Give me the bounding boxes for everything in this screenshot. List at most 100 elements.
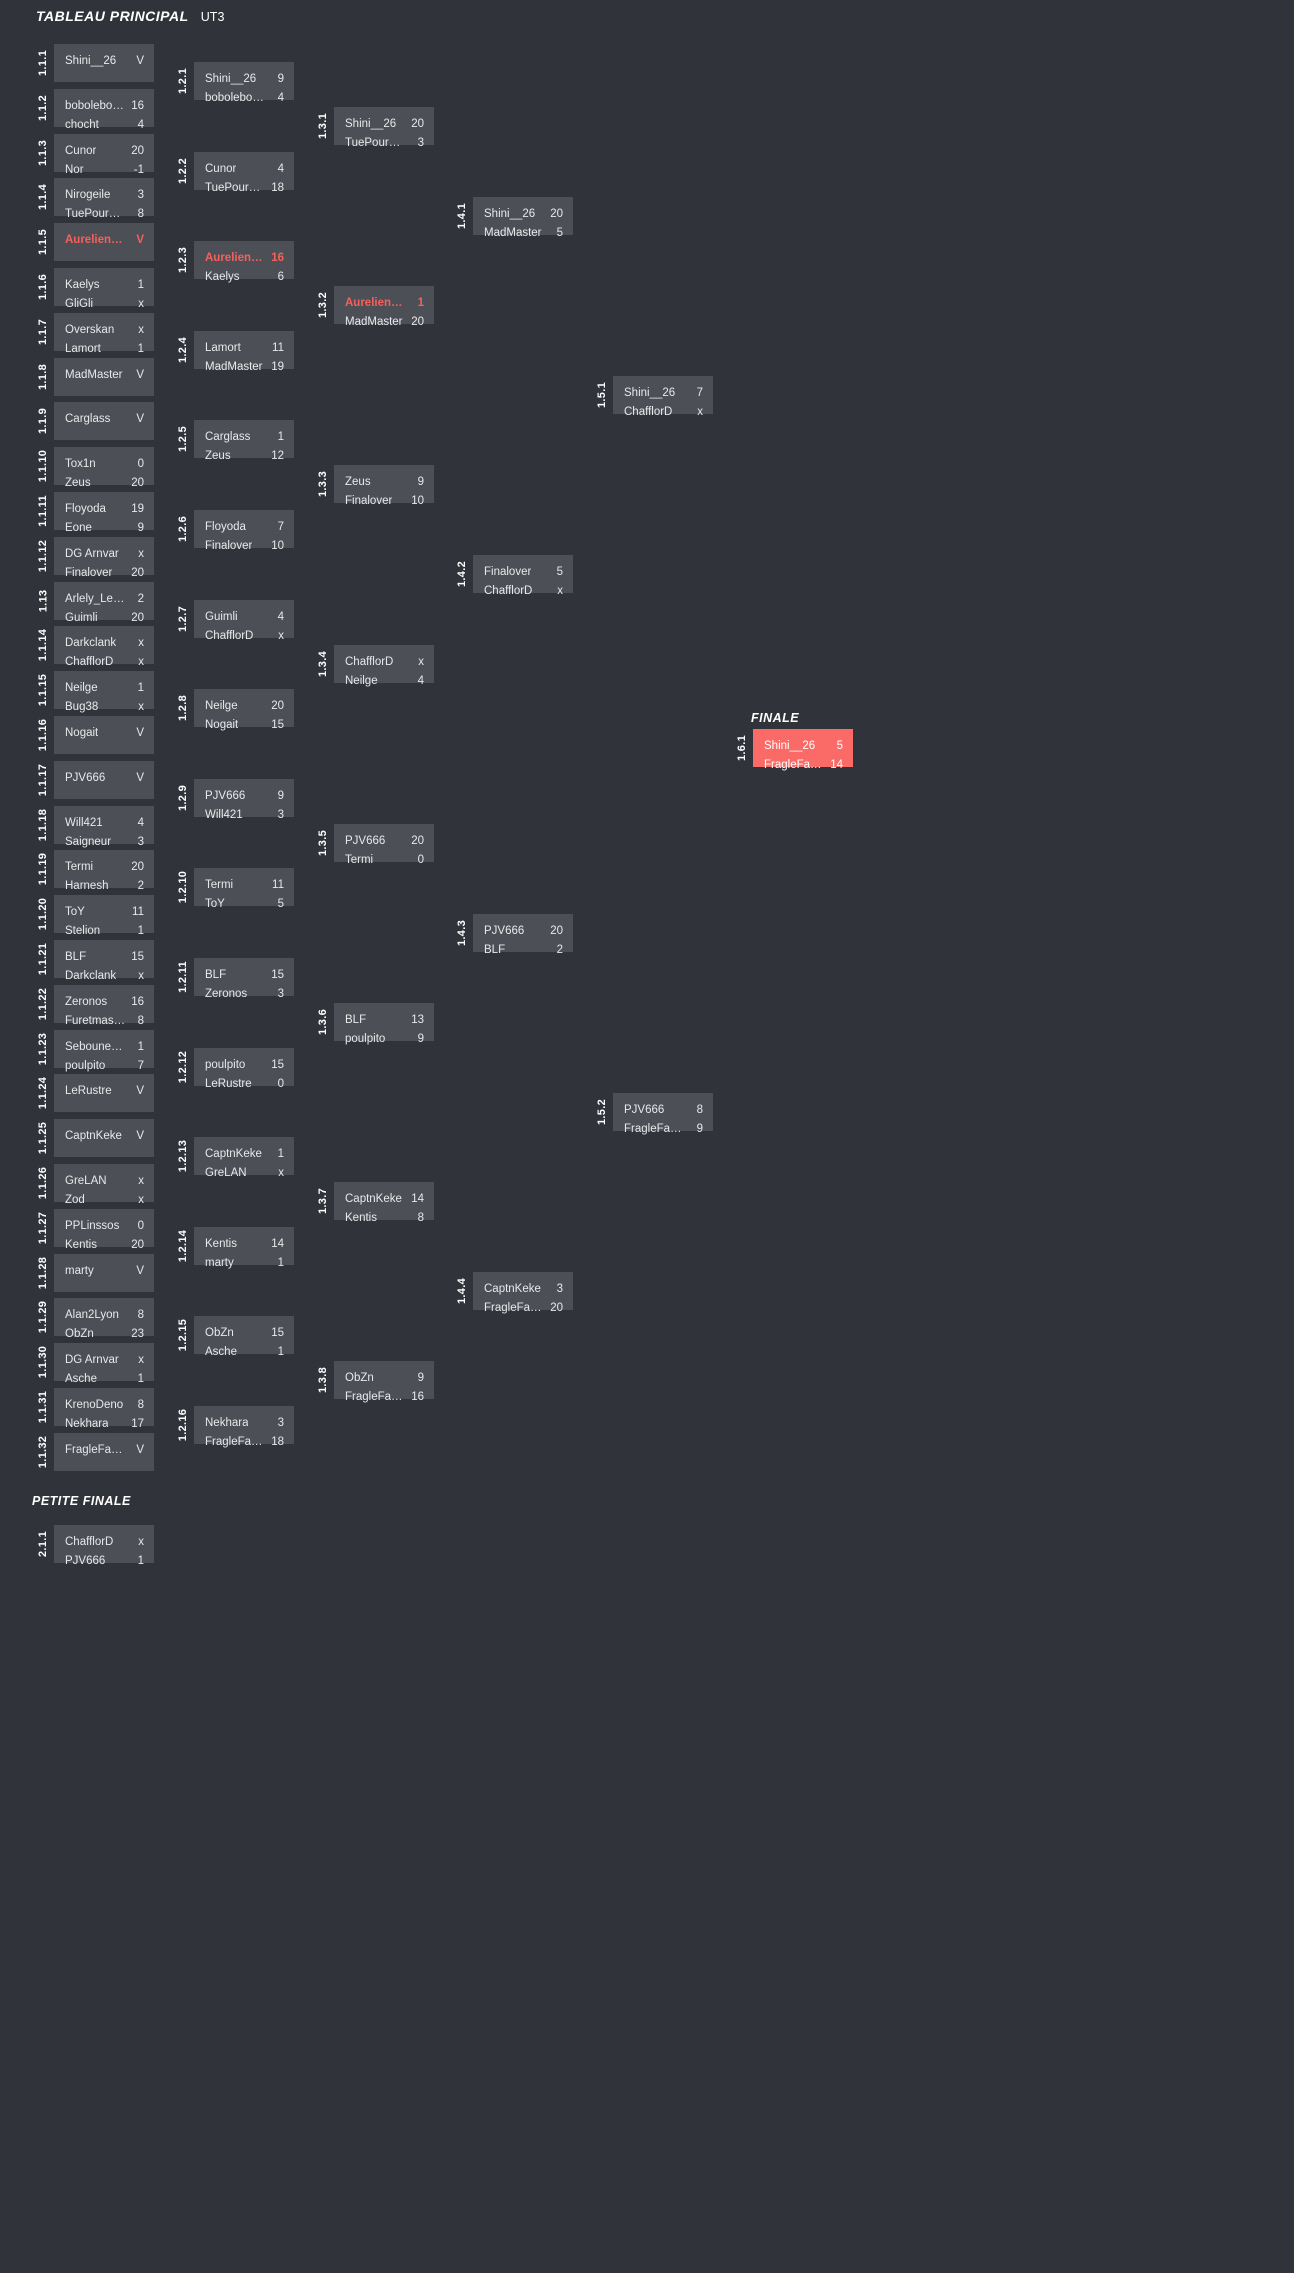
match-box[interactable]: PJV666 20 BLF 2 <box>473 914 573 956</box>
match-box[interactable]: PJV666 V <box>54 761 154 799</box>
match-1.1.7[interactable]: 1.1.7 Overskan x Lamort 1 <box>32 313 154 355</box>
match-box[interactable]: PJV666 9 Will421 3 <box>194 779 294 821</box>
match-1.3.6[interactable]: 1.3.6 BLF 13 poulpito 9 <box>312 1003 434 1045</box>
match-1.4.1[interactable]: 1.4.1 Shini__26 20 MadMaster 5 <box>451 197 573 239</box>
match-box[interactable]: CaptnKeke 1 GreLAN x <box>194 1137 294 1179</box>
match-1.1.29[interactable]: 1.1.29 Alan2Lyon 8 ObZn 23 <box>32 1298 154 1340</box>
match-box[interactable]: BLF 13 poulpito 9 <box>334 1003 434 1045</box>
match-box[interactable]: Kentis 14 marty 1 <box>194 1227 294 1269</box>
match-1.2.13[interactable]: 1.2.13 CaptnKeke 1 GreLAN x <box>172 1137 294 1179</box>
match-box[interactable]: GreLAN x Zod x <box>54 1164 154 1206</box>
match-1.1.21[interactable]: 1.1.21 BLF 15 Darkclank x <box>32 940 154 982</box>
match-1.2.5[interactable]: 1.2.5 Carglass 1 Zeus 12 <box>172 420 294 462</box>
match-box[interactable]: BLF 15 Zeronos 3 <box>194 958 294 1000</box>
match-box[interactable]: Shini__26 9 bobolebonbon… 4 <box>194 62 294 104</box>
match-box[interactable]: Shini__26 20 MadMaster 5 <box>473 197 573 239</box>
match-box[interactable]: Carglass 1 Zeus 12 <box>194 420 294 462</box>
match-box[interactable]: ChafflorD x Neilge 4 <box>334 645 434 687</box>
match-box[interactable]: Finalover 5 ChafflorD x <box>473 555 573 597</box>
match-box[interactable]: MadMaster V <box>54 358 154 396</box>
match-box[interactable]: Shini__26 V <box>54 44 154 82</box>
match-box[interactable]: ToY 11 Stelion 1 <box>54 895 154 937</box>
match-1.3.8[interactable]: 1.3.8 ObZn 9 FragleFameux 16 <box>312 1361 434 1403</box>
match-1.1.10[interactable]: 1.1.10 Tox1n 0 Zeus 20 <box>32 447 154 489</box>
match-box[interactable]: Neilge 20 Nogait 15 <box>194 689 294 731</box>
match-box[interactable]: PPLinssos 0 Kentis 20 <box>54 1209 154 1251</box>
match-1.2.11[interactable]: 1.2.11 BLF 15 Zeronos 3 <box>172 958 294 1000</box>
match-1.1.18[interactable]: 1.1.18 Will421 4 Saigneur 3 <box>32 806 154 848</box>
match-1.3.2[interactable]: 1.3.2 Aurelienazerty 1 MadMaster 20 <box>312 286 434 328</box>
match-1.2.12[interactable]: 1.2.12 poulpito 15 LeRustre 0 <box>172 1048 294 1090</box>
match-1.1.5[interactable]: 1.1.5 Aurelienazerty V <box>32 223 154 261</box>
match-1.1.12[interactable]: 1.1.12 DG Arnvar x Finalover 20 <box>32 537 154 579</box>
match-box[interactable]: Sebouney[FR]1poulpito7 <box>54 1030 154 1072</box>
match-1.1.4[interactable]: 1.1.4 Nirogeile 3 TuePourManger 8 <box>32 178 154 220</box>
match-box[interactable]: Nekhara 3 FragleFameux 18 <box>194 1406 294 1448</box>
match-1.1.23[interactable]: 1.1.23Sebouney[FR]1poulpito7 <box>32 1030 154 1072</box>
match-1.1.24[interactable]: 1.1.24 LeRustre V <box>32 1074 154 1112</box>
match-box[interactable]: ObZn 15 Asche 1 <box>194 1316 294 1358</box>
match-1.1.14[interactable]: 1.1.14 Darkclank x ChafflorD x <box>32 626 154 668</box>
match-box[interactable]: CaptnKeke 3 FragleFameux 20 <box>473 1272 573 1314</box>
match-box[interactable]: BLF 15 Darkclank x <box>54 940 154 982</box>
match-1.1.2[interactable]: 1.1.2 bobolebonbon… 16 chocht 4 <box>32 89 154 131</box>
match-box[interactable]: Overskan x Lamort 1 <box>54 313 154 355</box>
match-box[interactable]: DG Arnvar x Finalover 20 <box>54 537 154 579</box>
match-1.2.4[interactable]: 1.2.4 Lamort 11 MadMaster 19 <box>172 331 294 373</box>
match-1.13[interactable]: 1.13Arlely_Le_Zen2Guimli20 <box>32 582 154 624</box>
match-box[interactable]: DG Arnvar x Asche 1 <box>54 1343 154 1385</box>
match-1.3.4[interactable]: 1.3.4 ChafflorD x Neilge 4 <box>312 645 434 687</box>
match-box[interactable]: CaptnKeke V <box>54 1119 154 1157</box>
match-1.1.30[interactable]: 1.1.30 DG Arnvar x Asche 1 <box>32 1343 154 1385</box>
match-box[interactable]: CaptnKeke 14 Kentis 8 <box>334 1182 434 1224</box>
match-box[interactable]: poulpito 15 LeRustre 0 <box>194 1048 294 1090</box>
match-1.1.22[interactable]: 1.1.22 Zeronos 16 Furetmaster 8 <box>32 985 154 1027</box>
match-box[interactable]: Termi 20 Harnesh 2 <box>54 850 154 892</box>
match-1.2.16[interactable]: 1.2.16 Nekhara 3 FragleFameux 18 <box>172 1406 294 1448</box>
match-1.1.6[interactable]: 1.1.6 Kaelys 1 GliGli x <box>32 268 154 310</box>
match-box[interactable]: Kaelys 1 GliGli x <box>54 268 154 310</box>
match-box[interactable]: bobolebonbon… 16 chocht 4 <box>54 89 154 131</box>
match-1.5.2[interactable]: 1.5.2 PJV666 8 FragleFameux 9 <box>591 1093 713 1135</box>
match-box[interactable]: KrenoDeno 8 Nekhara 17 <box>54 1388 154 1430</box>
match-box[interactable]: Alan2Lyon 8 ObZn 23 <box>54 1298 154 1340</box>
match-1.1.9[interactable]: 1.1.9 Carglass V <box>32 402 154 440</box>
final-match-box[interactable]: Shini__26 5 FragleFameux 14 <box>753 729 853 771</box>
match-box[interactable]: Zeronos 16 Furetmaster 8 <box>54 985 154 1027</box>
match-box[interactable]: Aurelienazerty 1 MadMaster 20 <box>334 286 434 328</box>
match-1.1.31[interactable]: 1.1.31 KrenoDeno 8 Nekhara 17 <box>32 1388 154 1430</box>
match-1.3.1[interactable]: 1.3.1 Shini__26 20 TuePourManger 3 <box>312 107 434 149</box>
match-1.1.26[interactable]: 1.1.26 GreLAN x Zod x <box>32 1164 154 1206</box>
match-box[interactable]: Tox1n 0 Zeus 20 <box>54 447 154 489</box>
match-box[interactable]: Lamort 11 MadMaster 19 <box>194 331 294 373</box>
match-box[interactable]: Carglass V <box>54 402 154 440</box>
match-1.1.8[interactable]: 1.1.8 MadMaster V <box>32 358 154 396</box>
match-box[interactable]: Will421 4 Saigneur 3 <box>54 806 154 848</box>
match-1.1.11[interactable]: 1.1.11 Floyoda 19 Eone 9 <box>32 492 154 534</box>
match-1.6.1[interactable]: 1.6.1 Shini__26 5 FragleFameux 14 <box>731 729 853 771</box>
match-1.3.5[interactable]: 1.3.5 PJV666 20 Termi 0 <box>312 824 434 866</box>
match-box[interactable]: Zeus 9 Finalover 10 <box>334 465 434 507</box>
match-1.2.6[interactable]: 1.2.6 Floyoda 7 Finalover 10 <box>172 510 294 552</box>
match-box[interactable]: Aurelienazerty 16 Kaelys 6 <box>194 241 294 283</box>
match-1.1.19[interactable]: 1.1.19 Termi 20 Harnesh 2 <box>32 850 154 892</box>
match-1.5.1[interactable]: 1.5.1 Shini__26 7 ChafflorD x <box>591 376 713 418</box>
match-1.2.8[interactable]: 1.2.8 Neilge 20 Nogait 15 <box>172 689 294 731</box>
match-1.1.20[interactable]: 1.1.20 ToY 11 Stelion 1 <box>32 895 154 937</box>
match-1.1.16[interactable]: 1.1.16 Nogait V <box>32 716 154 754</box>
match-1.1.27[interactable]: 1.1.27 PPLinssos 0 Kentis 20 <box>32 1209 154 1251</box>
match-1.2.7[interactable]: 1.2.7 Guimli 4 ChafflorD x <box>172 600 294 642</box>
match-box[interactable]: Shini__26 7 ChafflorD x <box>613 376 713 418</box>
match-1.3.3[interactable]: 1.3.3 Zeus 9 Finalover 10 <box>312 465 434 507</box>
match-1.2.1[interactable]: 1.2.1 Shini__26 9 bobolebonbon… 4 <box>172 62 294 104</box>
match-box[interactable]: Nogait V <box>54 716 154 754</box>
match-box[interactable]: Cunor 4 TuePourManger 18 <box>194 152 294 194</box>
match-1.1.1[interactable]: 1.1.1 Shini__26 V <box>32 44 154 82</box>
match-1.1.15[interactable]: 1.1.15 Neilge 1 Bug38 x <box>32 671 154 713</box>
match-box[interactable]: FragleFameux V <box>54 1433 154 1471</box>
match-1.2.2[interactable]: 1.2.2 Cunor 4 TuePourManger 18 <box>172 152 294 194</box>
match-box[interactable]: Aurelienazerty V <box>54 223 154 261</box>
match-box[interactable]: PJV666 20 Termi 0 <box>334 824 434 866</box>
match-1.2.9[interactable]: 1.2.9 PJV666 9 Will421 3 <box>172 779 294 821</box>
match-1.2.10[interactable]: 1.2.10 Termi 11 ToY 5 <box>172 868 294 910</box>
